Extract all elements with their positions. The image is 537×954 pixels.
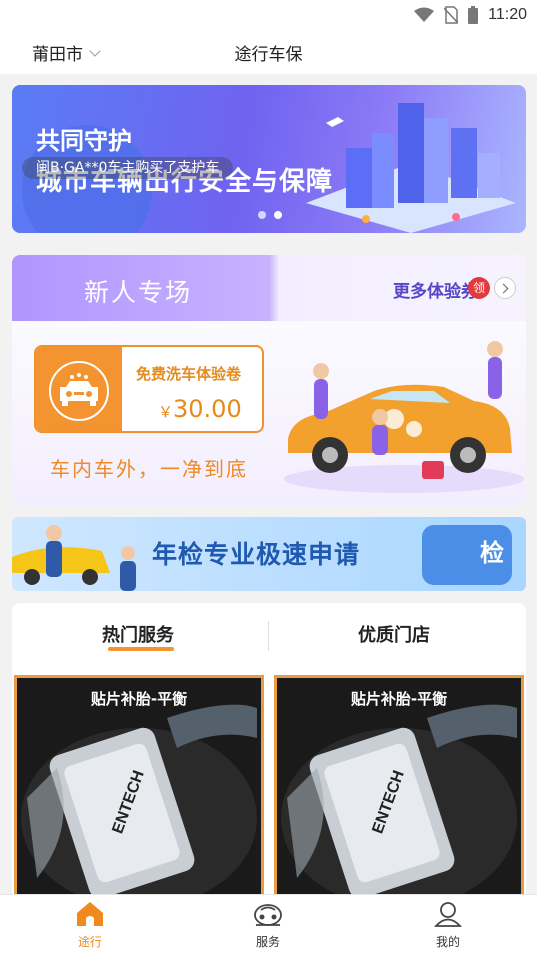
banner-title-line1: 共同守护 [36, 127, 132, 155]
purchase-ticker: 闽B·GA**0车主购买了支护车 [22, 157, 234, 179]
wifi-icon [414, 7, 435, 22]
nav-tab-profile[interactable]: 我的 [408, 901, 488, 950]
coupon-price: ￥30.00 [158, 395, 242, 423]
profile-icon [433, 902, 463, 927]
newcomer-promo-card: 新人专场 更多体验券 领 免费洗车体验卷 ￥30.00 车内车外，一净到底 [12, 255, 526, 505]
carousel-dot[interactable] [258, 211, 266, 219]
battery-icon [468, 6, 479, 24]
chevron-right-icon[interactable] [494, 277, 516, 299]
promo-header: 新人专场 更多体验券 领 [12, 255, 526, 321]
service-card-title: 贴片补胎-平衡 [90, 690, 188, 708]
coupon-amount: 30.00 [173, 395, 242, 423]
home-icon [77, 902, 103, 926]
car-wash-illustration-icon [284, 341, 524, 493]
active-tab-indicator [108, 647, 174, 651]
nav-label-profile: 我的 [435, 935, 460, 949]
promo-body: 免费洗车体验卷 ￥30.00 车内车外，一净到底 [12, 321, 526, 505]
tab-divider [268, 621, 269, 651]
promo-title: 新人专场 [84, 278, 193, 307]
inspection-people-illustration-icon [12, 525, 136, 591]
inspection-text: 年检专业极速申请 [152, 540, 361, 569]
claim-badge[interactable]: 领 [468, 277, 490, 299]
status-bar: 11:20 [0, 0, 537, 30]
service-card[interactable]: 贴片补胎-平衡 ENTECH [14, 675, 264, 897]
page-title: 途行车保 [234, 45, 303, 65]
promo-slogan: 车内车外，一净到底 [50, 457, 248, 481]
currency-symbol: ￥ [158, 403, 174, 421]
nav-tab-home[interactable]: 途行 [50, 901, 130, 950]
service-card-list: 贴片补胎-平衡 ENTECH 贴片补胎-平衡 ENTECH [12, 669, 526, 897]
tab-quality-stores[interactable]: 优质门店 [358, 621, 430, 647]
service-card[interactable]: 贴片补胎-平衡 ENTECH [274, 675, 524, 897]
car-wash-coupon[interactable]: 免费洗车体验卷 ￥30.00 [34, 345, 264, 433]
nav-tab-services[interactable]: 服务 [228, 901, 308, 950]
bottom-nav: 途行 服务 我的 [0, 894, 537, 954]
city-illustration-icon [306, 103, 516, 233]
more-coupons-link[interactable]: 更多体验券 [393, 277, 478, 302]
tire-patch-photo-icon: ENTECH [17, 678, 261, 894]
coupon-icon-panel [36, 347, 122, 431]
tab-hot-services[interactable]: 热门服务 [102, 621, 174, 647]
tire-patch-photo-icon: ENTECH [277, 678, 521, 894]
inspection-badge-label: 检 [480, 539, 504, 567]
car-service-icon [254, 904, 282, 926]
nav-label-services: 服务 [255, 935, 280, 949]
annual-inspection-banner[interactable]: 年检专业极速申请 检 [12, 517, 526, 591]
nav-label-home: 途行 [77, 935, 102, 949]
app-header: 莆田市 途行车保 [0, 30, 537, 74]
no-sim-icon [444, 6, 459, 24]
carousel-dots [258, 211, 282, 219]
coupon-name: 免费洗车体验卷 [136, 365, 242, 383]
hero-banner[interactable]: 共同守护 城市车辆出行安全与保障 闽B·GA**0车主购买了支护车 [12, 85, 526, 233]
service-card-title: 贴片补胎-平衡 [350, 690, 448, 708]
status-time: 11:20 [488, 6, 527, 23]
car-wash-icon [60, 373, 98, 406]
service-tabs: 热门服务 优质门店 [12, 603, 526, 669]
carousel-dot-active[interactable] [274, 211, 282, 219]
